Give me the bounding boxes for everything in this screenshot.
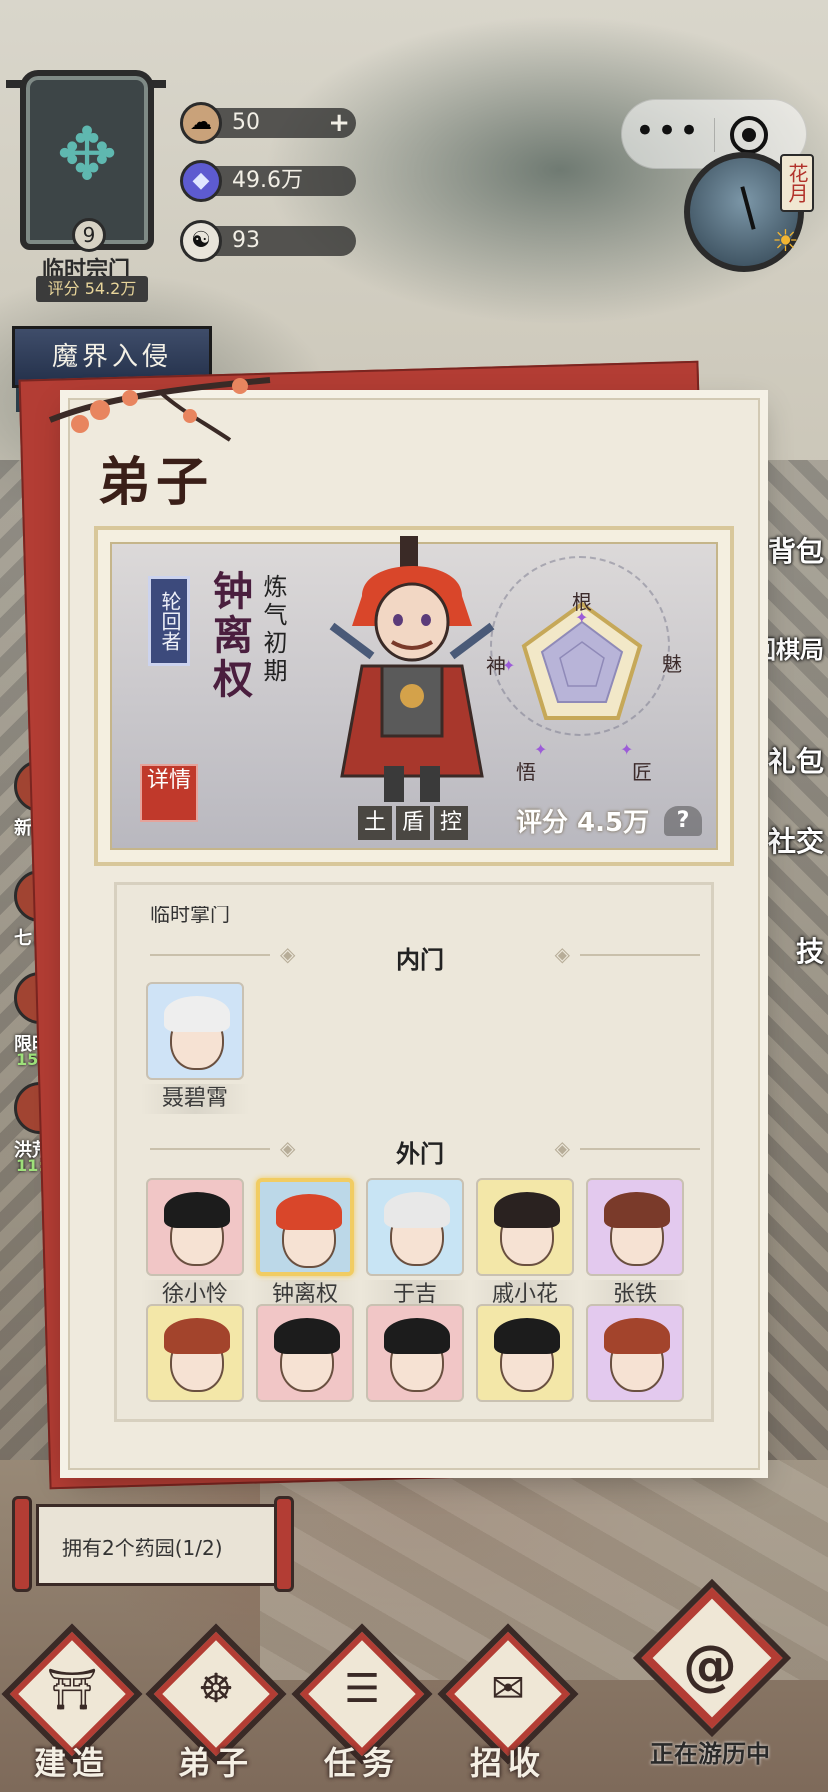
disciple-score: 评分 4.5万 [516, 808, 650, 838]
month-tag: 花月 [780, 154, 814, 212]
divider-line [580, 1148, 700, 1150]
sect-emblem[interactable]: ✥ 9 临时宗门 评分 54.2万 [6, 52, 166, 302]
nav-recruit-button[interactable]: ✉ 招收 [437, 1623, 579, 1782]
avatar-hair [276, 1194, 342, 1230]
scroll-rod-left [12, 1496, 32, 1592]
disciple-avatar[interactable] [476, 1178, 574, 1276]
avatar-hair [604, 1192, 670, 1228]
avatar-hair [274, 1318, 340, 1354]
stat-label-craft: 匠 [632, 760, 652, 784]
disciple-icon: ☸ [198, 1666, 234, 1712]
gift-pack-button[interactable]: 礼包 [752, 730, 828, 790]
element-tag: 盾 [396, 806, 430, 840]
travel-swirl-icon: @ [683, 1634, 737, 1697]
cultivation-realm: 炼气初期 [259, 574, 287, 686]
nav-label: 任务 [323, 1744, 400, 1782]
side-menu-label: 回棋局 [752, 635, 824, 664]
close-miniprogram-icon[interactable] [730, 116, 768, 154]
disciple-avatar[interactable] [586, 1304, 684, 1402]
diamond-ornament-icon: ◈ [554, 1136, 570, 1160]
section-label: 外门 [396, 1139, 444, 1168]
clock-hand [740, 186, 756, 230]
diamond-ornament-icon: ◈ [554, 942, 570, 966]
resource-bar-yin-yang[interactable]: ☯ 93 [180, 220, 356, 262]
disciple-avatar[interactable] [256, 1178, 354, 1276]
disciple-avatar[interactable] [366, 1304, 464, 1402]
disciple-type-tag: 轮回者 [148, 576, 190, 666]
disciple-avatar[interactable] [146, 1178, 244, 1276]
notice-text: 拥有2个药园(1/2) [62, 1536, 223, 1560]
avatar-hair [384, 1192, 450, 1228]
sword-emblem-icon: ✥ [56, 112, 118, 196]
travel-button[interactable]: @ 正在游历中 [620, 1578, 800, 1780]
help-icon[interactable]: ? [664, 806, 702, 836]
nav-build-button[interactable]: ⛩ 建造 [1, 1623, 143, 1782]
divider-line [580, 954, 700, 956]
travel-status: 正在游历中 [650, 1740, 770, 1768]
resource-bar-jade[interactable]: ☁ 50 + [180, 102, 356, 144]
sect-score: 评分 54.2万 [36, 276, 148, 302]
element-tag: 土 [358, 806, 392, 840]
spirit-stone-icon: ◆ [180, 160, 222, 202]
stat-label-root: 根 [572, 590, 592, 614]
nav-label: 建造 [33, 1744, 110, 1782]
add-resource-button[interactable]: + [328, 108, 350, 138]
disciple-portrait [329, 536, 495, 802]
nav-disciple-button[interactable]: ☸ 弟子 [145, 1623, 287, 1782]
panel-title: 弟子 [98, 452, 215, 513]
resource-value: 50 [232, 110, 260, 135]
disciple-avatar[interactable] [586, 1178, 684, 1276]
sun-icon: ☀ [772, 224, 799, 259]
avatar-hair [164, 1318, 230, 1354]
disciple-avatar[interactable] [146, 982, 244, 1080]
more-menu-icon[interactable]: ••• [622, 100, 714, 170]
section-label: 内门 [396, 945, 444, 974]
avatar-hair [384, 1318, 450, 1354]
side-menu-label: 社交 [767, 825, 824, 858]
nav-label: 弟子 [177, 1744, 254, 1782]
disciple-name: 钟离权 [206, 570, 253, 702]
stat-label-spirit: 神 [486, 654, 506, 678]
nav-task-button[interactable]: ☰ 任务 [291, 1623, 433, 1782]
disciple-avatar[interactable] [366, 1178, 464, 1276]
avatar-hair [164, 996, 230, 1032]
avatar-hair [164, 1192, 230, 1228]
recruit-icon: ✉ [491, 1666, 525, 1712]
disciple-avatar[interactable] [146, 1304, 244, 1402]
detail-stamp-button[interactable]: 详情 [140, 764, 198, 822]
element-tag: 控 [434, 806, 468, 840]
resource-bar-spirit-stone[interactable]: ◆ 49.6万 [180, 160, 356, 202]
side-menu-label: 技 [795, 935, 824, 968]
side-menu-label: 背包 [767, 535, 824, 568]
chess-game-button[interactable]: 回棋局 [752, 620, 828, 680]
resource-value: 49.6万 [232, 168, 303, 193]
stat-label-charm: 魅 [662, 652, 682, 676]
nav-label: 招收 [469, 1744, 546, 1782]
capsule-divider [714, 118, 715, 152]
skill-button[interactable]: 技 [752, 920, 828, 980]
avatar-hair [494, 1192, 560, 1228]
avatar-hair [604, 1318, 670, 1354]
cloud-jade-icon: ☁ [180, 102, 222, 144]
stat-star-icon: ✦ [534, 740, 548, 759]
element-tags: 土盾控 [358, 806, 472, 840]
sect-level-badge: 9 [72, 218, 106, 252]
yin-yang-icon: ☯ [180, 220, 222, 262]
resource-value: 93 [232, 228, 260, 253]
scroll-rod-right [274, 1496, 294, 1592]
social-button[interactable]: 社交 [752, 810, 828, 870]
bag-button[interactable]: 背包 [752, 520, 828, 580]
section-header-outer: ◈ 外门 ◈ [140, 1134, 700, 1168]
stat-label-insight: 悟 [516, 760, 536, 784]
avatar-hair [494, 1318, 560, 1354]
disciple-avatar[interactable] [256, 1304, 354, 1402]
side-menu-label: 礼包 [767, 745, 824, 778]
section-header-inner: ◈ 内门 ◈ [140, 940, 700, 974]
disciple-name-label: 聂碧霄 [140, 1084, 250, 1114]
disciple-avatar[interactable] [476, 1304, 574, 1402]
scroll-icon: ☰ [344, 1666, 380, 1712]
pavilion-icon: ⛩ [46, 1667, 98, 1713]
